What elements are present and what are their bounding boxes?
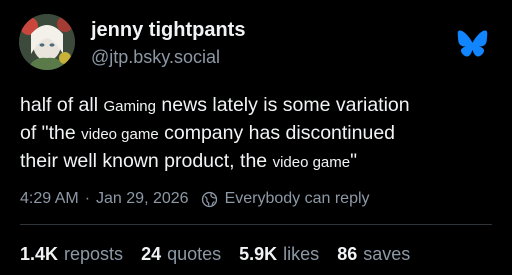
stat-saves-label: saves — [363, 244, 411, 264]
post-time[interactable]: 4:29 AM — [20, 190, 79, 208]
bluesky-butterfly-icon[interactable] — [457, 30, 488, 57]
author-avatar[interactable] — [19, 14, 75, 70]
stat-likes[interactable]: 5.9K likes — [239, 244, 319, 265]
post-text-line-2: of "the video game company has discontin… — [20, 122, 396, 144]
stat-saves[interactable]: 86 saves — [337, 244, 410, 265]
stat-quotes-count: 24 — [141, 244, 162, 264]
stat-likes-count: 5.9K — [239, 244, 278, 264]
meta-separator: · — [84, 190, 91, 207]
stat-saves-count: 86 — [337, 244, 358, 264]
post-text-line-3: their well known product, the video game… — [20, 150, 358, 172]
post-date[interactable]: Jan 29, 2026 — [96, 190, 189, 208]
post-text-line-1: half of all Gaming news lately is some v… — [20, 94, 410, 116]
stat-likes-label: likes — [283, 244, 320, 264]
stat-quotes-label: quotes — [167, 244, 222, 264]
stat-reposts-label: reposts — [64, 244, 124, 264]
post-meta: 4:29 AM · Jan 29, 2026 Everybody can rep… — [20, 190, 370, 208]
reply-permission-icon — [201, 191, 217, 207]
stat-quotes[interactable]: 24 quotes — [141, 244, 221, 265]
reply-setting[interactable]: Everybody can reply — [225, 190, 370, 208]
author-display-name[interactable]: jenny tightpants — [91, 19, 245, 42]
divider — [20, 224, 492, 225]
stat-reposts-count: 1.4K — [20, 244, 59, 264]
author-handle[interactable]: @jtp.bsky.social — [91, 47, 220, 68]
stat-reposts[interactable]: 1.4K reposts — [20, 244, 123, 265]
post-stats: 1.4K reposts 24 quotes 5.9K likes 86 sav… — [20, 244, 428, 265]
post-text: half of all Gaming news lately is some v… — [20, 92, 500, 176]
post-card: jenny tightpants @jtp.bsky.social half o… — [0, 0, 512, 275]
avatar-image — [19, 14, 75, 70]
